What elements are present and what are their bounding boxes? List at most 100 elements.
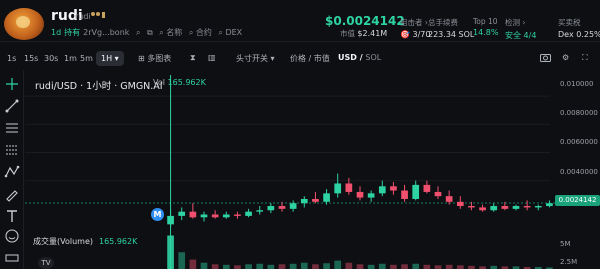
candle-body (300, 198, 308, 204)
timeframe-1m[interactable]: 1m (64, 54, 77, 63)
timeframe-15s[interactable]: 15s (24, 54, 38, 63)
timeframe-5m[interactable]: 5m (80, 54, 93, 63)
text-tool-icon[interactable] (4, 208, 20, 224)
stat-fees: 总手续费 223.34 SOL (428, 17, 474, 39)
candle-body (468, 206, 475, 208)
candle-body (256, 210, 264, 212)
stat-check[interactable]: 检测 › 安全 4/4 (505, 17, 536, 41)
volume-bar (367, 264, 375, 269)
stat-snipers-label: 狙击者 › (400, 18, 428, 27)
volume-bar (178, 252, 186, 269)
hold-label[interactable]: 持有 (64, 28, 80, 37)
social-icons[interactable] (90, 11, 106, 23)
candle-body (222, 214, 230, 218)
token-age: 1d (51, 28, 62, 37)
mcap: 市值 $2.41M (340, 28, 387, 39)
horizontal-lines-icon[interactable] (4, 120, 20, 136)
stat-top10: Top 10 14.8% (473, 17, 498, 37)
stat-top10-value: 14.8% (473, 28, 499, 37)
crosshair-icon[interactable] (4, 76, 20, 92)
dex-link[interactable]: ⌕ DEX (218, 28, 242, 37)
layout-icon[interactable]: ▥ (208, 53, 216, 62)
token-meta-row: 1d 持有 2rVg...bonk ⌕ ⧉ ⌕ 名称 ⌕ 合约 ⌕ DEX (51, 27, 242, 38)
candle-body (189, 211, 197, 218)
candle-body (412, 184, 420, 199)
volume-bar (390, 264, 397, 269)
stat-snipers[interactable]: 狙击者 › 🎯 3/70 (400, 17, 430, 39)
stat-check-label: 检测 › (505, 18, 526, 27)
copy-icon[interactable]: ⧉ (147, 28, 153, 37)
vol-tick-0: 5M (560, 240, 571, 248)
y-tick-3: 0.0040000 (560, 168, 598, 176)
stat-fees-value: 223.34 SOL (428, 30, 475, 39)
y-tick-1: 0.0080000 (560, 109, 598, 117)
candle-body (178, 211, 186, 216)
chart-title: rudi/USD · 1小时 · GMGN.AI (35, 81, 163, 92)
token-symbol: rudi (75, 12, 91, 21)
drawing-toolbar (0, 70, 24, 269)
volume-bar (211, 264, 219, 269)
ruler-icon[interactable] (4, 250, 20, 266)
settings-icon[interactable]: ⚙ (562, 53, 569, 62)
compare-icon[interactable]: ⧗ (190, 53, 196, 63)
volume-bar (412, 263, 420, 269)
candle-body (501, 206, 509, 209)
indicators-button[interactable]: ⊞ 多图表 (138, 53, 171, 64)
volume-legend: 成交量(Volume) 165.962K (33, 237, 138, 246)
contract-address[interactable]: 2rVg...bonk (83, 28, 129, 37)
contract-link[interactable]: ⌕ 合约 (189, 28, 212, 37)
marker-badge[interactable]: M (151, 208, 164, 221)
brush-icon[interactable] (4, 186, 20, 202)
flip-button[interactable]: 头寸开关 ▾ (236, 53, 275, 64)
timeframe-1h[interactable]: 1H ▾ (96, 51, 124, 66)
stat-check-value: 安全 4/4 (505, 31, 537, 40)
candle-body (345, 183, 353, 192)
tradingview-logo[interactable]: TV (38, 257, 54, 269)
camera-icon[interactable] (540, 53, 551, 64)
volume-bar (245, 264, 252, 269)
search-icon[interactable]: ⌕ (136, 28, 140, 37)
volume-bar (401, 264, 408, 269)
group-icon (91, 12, 105, 18)
token-avatar[interactable] (4, 8, 44, 40)
candle-body (445, 196, 453, 202)
candle-body (323, 193, 330, 202)
trend-line-icon[interactable] (4, 98, 20, 114)
current-price: $0.0024142 (325, 14, 405, 28)
volume-bar (356, 264, 364, 269)
timeframe-30s[interactable]: 30s (44, 54, 58, 63)
timeframe-1s[interactable]: 1s (7, 54, 16, 63)
volume-bar (334, 260, 342, 269)
volume-bar (256, 263, 264, 269)
volume-bar (378, 263, 386, 269)
candle-body (312, 198, 319, 202)
volume-bar (345, 262, 353, 269)
volume-bar (445, 264, 453, 269)
volume-bar (234, 265, 241, 269)
pattern-icon[interactable] (4, 164, 20, 180)
candle-body (211, 214, 219, 218)
candle-body (378, 186, 386, 194)
token-header: rudi rudi 1d 持有 2rVg...bonk ⌕ ⧉ ⌕ 名称 ⌕ 合约 … (0, 0, 600, 42)
y-tick-2: 0.0060000 (560, 138, 598, 146)
candle-body (423, 184, 431, 192)
stat-fees-label: 总手续费 (428, 18, 458, 27)
volume-bar (434, 265, 442, 269)
name-link[interactable]: ⌕ 名称 (159, 28, 182, 37)
candle-body (167, 215, 174, 225)
stat-tax: 买卖税 Dex 0.25% (558, 17, 600, 39)
stat-tax-value: Dex 0.25% (558, 30, 600, 39)
volume-bar (300, 262, 308, 269)
vol-label: Vol 165.962K (153, 78, 206, 87)
price-mcap-toggle[interactable]: 价格 / 市值 (290, 53, 330, 64)
currency-toggle[interactable]: USD / SOL (338, 53, 381, 62)
mcap-value: $2.41M (357, 29, 388, 38)
fib-retracement-icon[interactable] (4, 142, 20, 158)
mcap-label: 市值 (340, 29, 355, 38)
candle-body (434, 191, 442, 197)
candle-body (479, 207, 486, 211)
chart-toolbar: 1s 15s 30s 1m 5m 1H ▾ ⊞ 多图表 ⧗ ▥ 头寸开关 ▾ 价… (0, 48, 600, 70)
candle-body (367, 193, 375, 198)
emoji-icon[interactable] (4, 228, 20, 244)
fullscreen-icon[interactable]: ⛶ (582, 53, 588, 63)
